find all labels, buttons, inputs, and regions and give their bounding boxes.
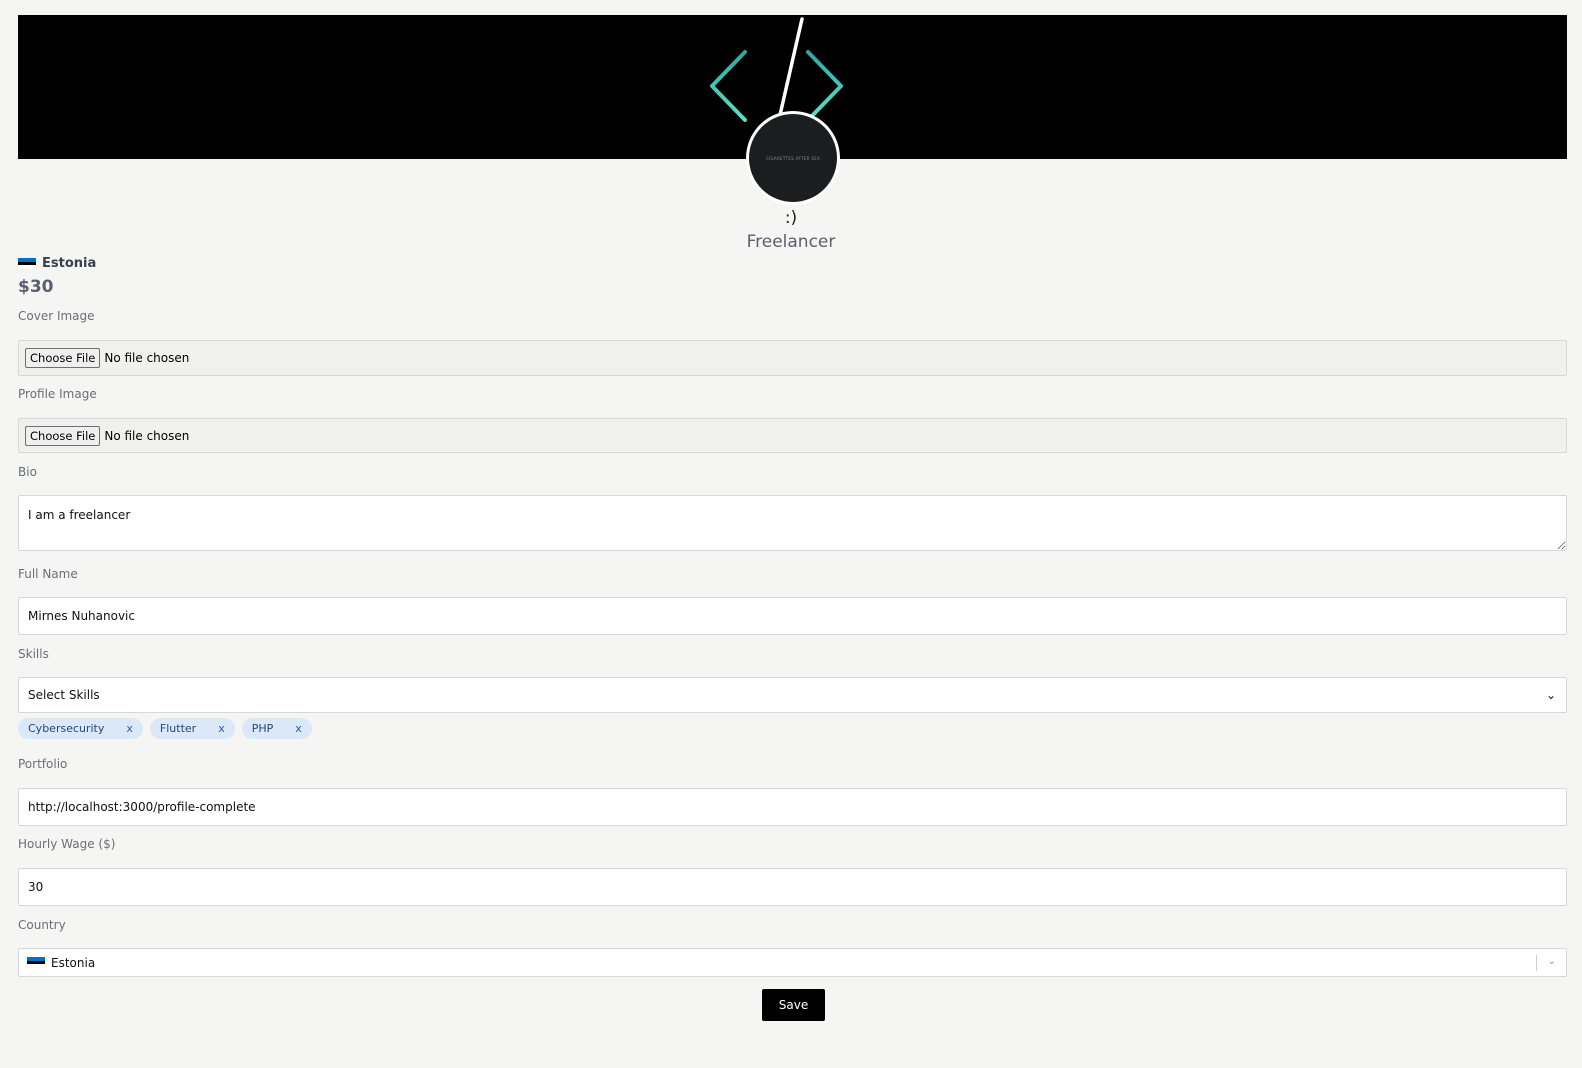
country-label: Country: [18, 918, 66, 932]
skill-tag: PHP x: [241, 718, 312, 739]
save-button[interactable]: Save: [762, 989, 825, 1021]
estonia-flag-icon: [18, 258, 36, 269]
skill-tag: Cybersecurity x: [18, 718, 143, 739]
cover-image-label: Cover Image: [18, 309, 95, 323]
remove-skill-button[interactable]: x: [295, 722, 302, 735]
selected-skills: Cybersecurity x Flutter x PHP x: [18, 718, 312, 739]
full-name-value: Mirnes Nuhanovic: [28, 609, 135, 623]
country-summary-label: Estonia: [42, 256, 97, 271]
full-name-input[interactable]: Mirnes Nuhanovic: [18, 597, 1567, 635]
cover-image-status: No file chosen: [104, 351, 190, 365]
hourly-wage-label: Hourly Wage ($): [18, 837, 116, 851]
cover-image-choose-button[interactable]: Choose File: [25, 348, 101, 368]
country-summary: Estonia: [18, 256, 96, 271]
skills-select-placeholder: Select Skills: [28, 688, 100, 702]
select-divider: [1536, 955, 1537, 971]
wage-summary: $30: [18, 277, 54, 297]
portfolio-label: Portfolio: [18, 757, 68, 771]
profile-image-status: No file chosen: [104, 428, 190, 443]
bio-textarea[interactable]: I am a freelancer: [18, 495, 1567, 551]
avatar-text: CIGARETTES AFTER SEX: [765, 155, 821, 161]
remove-skill-button[interactable]: x: [218, 722, 225, 735]
avatar: CIGARETTES AFTER SEX: [746, 111, 840, 205]
skill-tag-label: PHP: [251, 722, 274, 735]
hourly-wage-value: 30: [28, 880, 44, 894]
profile-image-label: Profile Image: [18, 387, 97, 401]
skills-label: Skills: [18, 647, 49, 661]
profile-role: Freelancer: [746, 232, 836, 252]
profile-nickname: :): [784, 208, 798, 228]
remove-skill-button[interactable]: x: [126, 722, 133, 735]
chevron-down-icon: ⌄: [1545, 688, 1556, 702]
cover-image-input[interactable]: Choose File No file chosen: [18, 340, 1567, 376]
country-select-value: Estonia: [51, 955, 96, 970]
profile-image-choose-button[interactable]: Choose File: [25, 425, 101, 446]
country-select[interactable]: Estonia ⌄: [18, 948, 1567, 977]
portfolio-value: http://localhost:3000/profile-complete: [28, 800, 256, 814]
bio-label: Bio: [18, 465, 37, 479]
full-name-label: Full Name: [18, 567, 78, 581]
skill-tag-label: Cybersecurity: [28, 722, 105, 735]
chevron-down-icon[interactable]: ⌄: [1548, 956, 1556, 967]
estonia-flag-icon: [27, 957, 45, 968]
skills-select[interactable]: Select Skills ⌄: [18, 677, 1567, 713]
profile-image-input[interactable]: Choose File No file chosen: [18, 418, 1567, 453]
portfolio-input[interactable]: http://localhost:3000/profile-complete: [18, 788, 1567, 826]
hourly-wage-input[interactable]: 30: [18, 868, 1567, 906]
skill-tag: Flutter x: [149, 718, 235, 739]
skill-tag-label: Flutter: [159, 722, 197, 735]
